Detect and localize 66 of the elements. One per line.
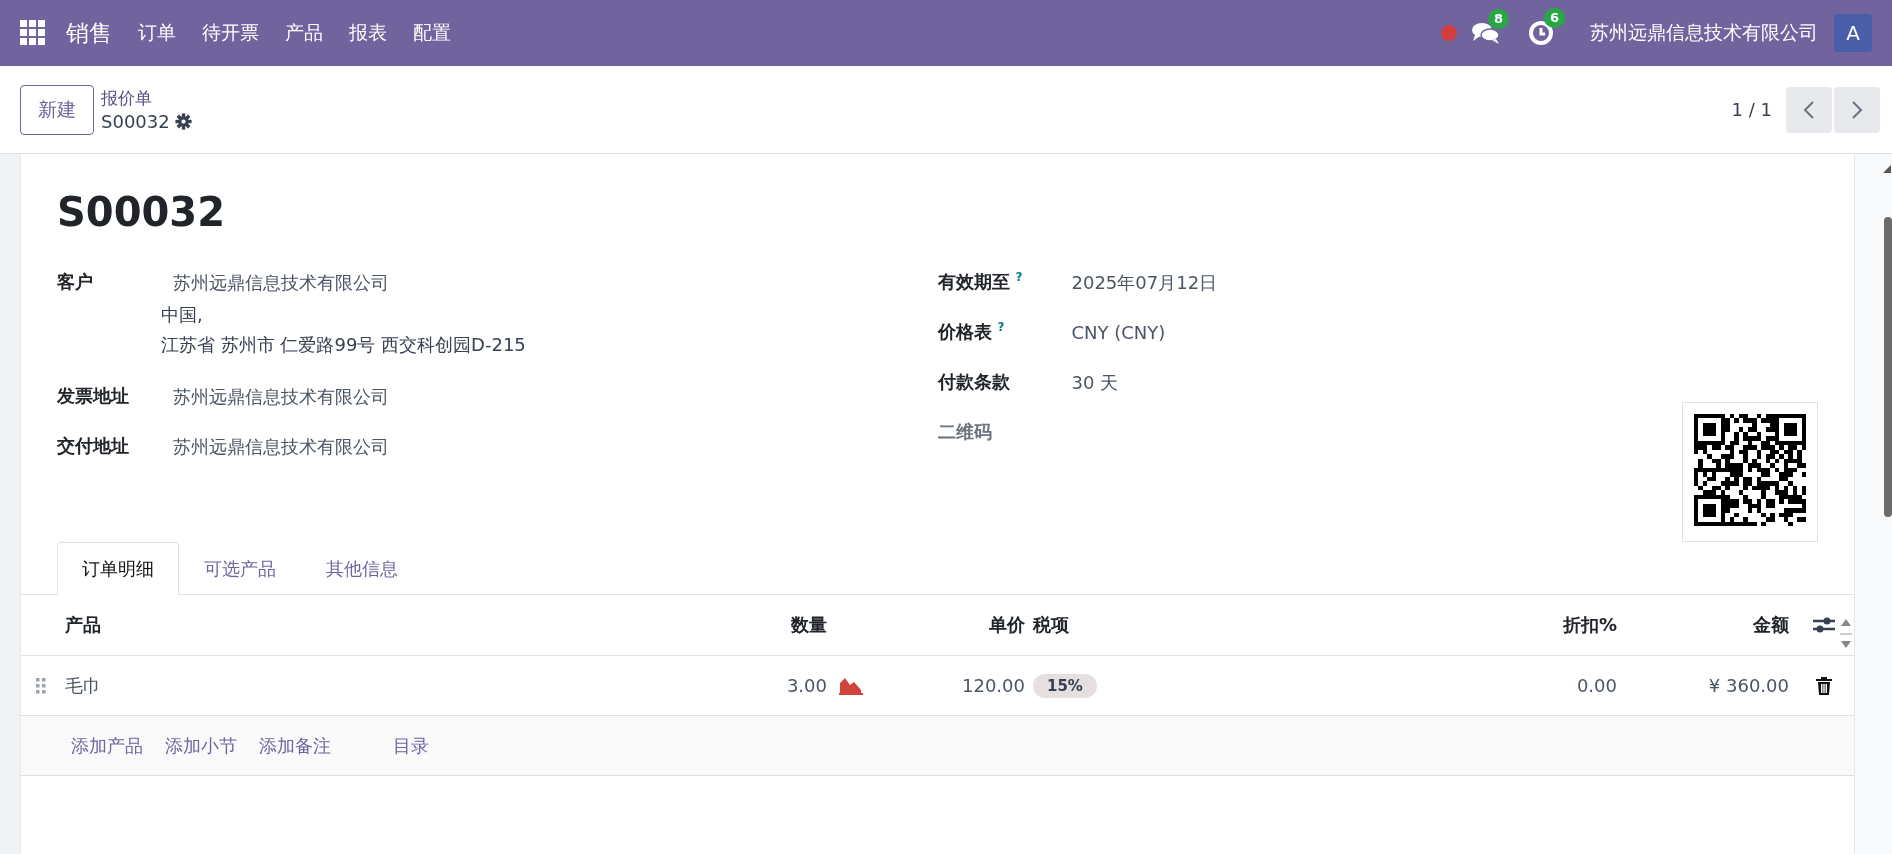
help-tooltip[interactable]: ? <box>997 320 1005 334</box>
breadcrumb-link[interactable]: 报价单 <box>101 85 192 110</box>
amount-cell-text: ¥ 360.00 <box>1707 675 1790 696</box>
app-name[interactable]: 销售 <box>56 9 122 57</box>
field-label: 交付地址 <box>57 434 130 458</box>
add-line-link[interactable]: 添加产品 <box>71 733 143 758</box>
pager-value: 1 / 1 <box>1731 99 1772 120</box>
address-line: 中国, <box>161 303 204 327</box>
field-label: 付款条款 <box>937 371 1010 392</box>
address-line: 江苏省 苏州市 仁爱路99号 西交科创园D-215 <box>161 333 526 357</box>
delete-icon[interactable] <box>1815 676 1832 695</box>
field-value[interactable]: 30 天 <box>1071 370 1119 396</box>
area-chart-icon[interactable] <box>839 676 863 695</box>
product-cell-text: 毛巾 <box>64 673 102 698</box>
column-header[interactable]: 产品 <box>61 613 681 637</box>
field-value[interactable]: 苏州远鼎信息技术有限公司 <box>167 434 389 460</box>
column-header[interactable]: 税项 <box>1029 613 1459 637</box>
menu-item[interactable]: 报表 <box>339 12 397 54</box>
column-header[interactable]: 数量 <box>681 613 831 637</box>
field-label: 价格表 <box>937 321 992 342</box>
help-tooltip[interactable]: ? <box>1015 270 1023 284</box>
next-button[interactable] <box>1834 86 1880 133</box>
clock-icon[interactable] <box>1528 20 1554 46</box>
menu-item[interactable]: 待开票 <box>192 12 269 54</box>
record-name: S00032 <box>101 109 170 134</box>
discount-cell-text: 0.00 <box>1575 675 1618 696</box>
field-label: 有效期至 <box>937 271 1010 292</box>
menu-item[interactable]: 订单 <box>128 12 186 54</box>
scroll-up-icon[interactable] <box>1882 164 1892 174</box>
column-settings-icon[interactable] <box>1812 616 1835 634</box>
chevron-right-icon <box>1851 99 1863 120</box>
settings-icon[interactable] <box>174 113 192 130</box>
previous-button[interactable] <box>1786 86 1832 133</box>
quantity-cell-text: 3.00 <box>785 675 828 696</box>
field-value[interactable]: CNY (CNY) <box>1071 320 1166 346</box>
column-header[interactable]: 折扣% <box>1459 613 1621 637</box>
add-line-link[interactable]: 添加备注 <box>259 733 331 758</box>
field-value[interactable]: 苏州远鼎信息技术有限公司 <box>167 384 389 410</box>
field-label: 发票地址 <box>57 384 130 408</box>
tab[interactable]: 订单明细 <box>57 542 179 595</box>
chevron-left-icon <box>1803 99 1815 120</box>
record-title: S00032 <box>56 188 226 237</box>
company-switcher[interactable]: 苏州远鼎信息技术有限公司 <box>1590 20 1818 46</box>
tab[interactable]: 其他信息 <box>301 542 423 595</box>
recording-dot-icon[interactable] <box>1440 24 1458 42</box>
chat-icon[interactable] <box>1472 21 1500 45</box>
activity-count-badge: 6 <box>1544 8 1566 28</box>
user-avatar[interactable]: A <box>1834 14 1872 52</box>
add-line-link[interactable]: 添加小节 <box>165 733 237 758</box>
add-line-link[interactable]: 目录 <box>393 733 429 758</box>
new-button[interactable]: 新建 <box>20 84 94 135</box>
column-header[interactable]: 金额 <box>1621 613 1793 637</box>
tab[interactable]: 可选产品 <box>179 542 301 595</box>
message-count-badge: 8 <box>1488 9 1510 29</box>
tax-tag: 15% <box>1033 673 1097 698</box>
apps-menu-icon[interactable] <box>20 20 46 46</box>
menu-item[interactable]: 配置 <box>403 12 461 54</box>
scrollbar-thumb[interactable] <box>1884 217 1892 517</box>
field-value[interactable]: 苏州远鼎信息技术有限公司 <box>167 270 526 296</box>
field-label: 客户 <box>57 270 94 294</box>
field-label: 二维码 <box>937 420 993 444</box>
drag-handle-icon[interactable] <box>36 677 46 694</box>
column-header[interactable]: 单价 <box>871 613 1029 637</box>
unit-price-cell-text: 120.00 <box>961 675 1026 696</box>
field-value[interactable]: 2025年07月12日 <box>1071 270 1218 296</box>
menu-item[interactable]: 产品 <box>275 12 333 54</box>
